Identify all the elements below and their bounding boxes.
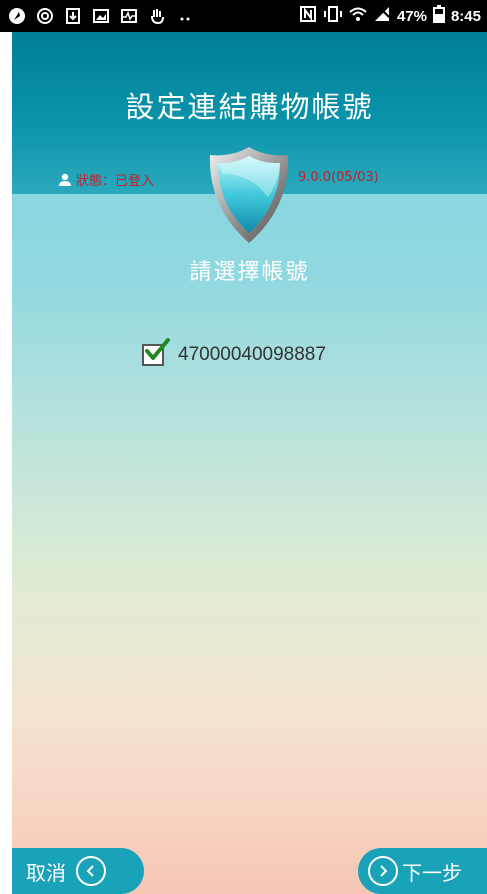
shield-icon xyxy=(209,147,289,243)
checkmark-icon xyxy=(145,338,170,360)
page-title: 設定連結購物帳號 xyxy=(125,90,374,124)
battery-percent: 47% xyxy=(396,7,427,25)
account-number: 47000040098887 xyxy=(178,344,326,365)
signal-icon xyxy=(373,5,391,27)
version-label: 9.0.0(05/03) xyxy=(298,170,379,185)
image-icon xyxy=(92,7,110,25)
cancel-label: 取消 xyxy=(26,860,66,885)
select-account-heading: 請選擇帳號 xyxy=(189,260,310,285)
dots-icon xyxy=(176,7,194,25)
hand-icon xyxy=(148,7,166,25)
account-checkbox[interactable] xyxy=(142,338,170,366)
download-icon xyxy=(64,7,82,25)
wifi-icon xyxy=(349,5,367,27)
account-option[interactable]: 47000040098887 xyxy=(142,338,326,366)
app-screen: 設定連結購物帳號 狀態：已登入 9.0.0(05/03) 請選擇帳號 47000… xyxy=(12,32,487,894)
login-status-label: 狀態：已登入 xyxy=(76,174,155,189)
chevron-left-icon xyxy=(76,856,106,886)
clock: 8:45 xyxy=(450,7,481,25)
login-status: 狀態：已登入 xyxy=(58,170,154,189)
chevron-right-icon xyxy=(368,856,398,886)
vibrate-icon xyxy=(323,5,343,27)
cancel-button[interactable]: 取消 xyxy=(12,848,144,894)
status-bar: 47% 8:45 xyxy=(0,0,487,32)
next-button[interactable]: 下一步 xyxy=(358,848,487,894)
bottom-bar: 取消 下一步 xyxy=(12,838,487,894)
pulse-icon xyxy=(120,7,138,25)
battery-icon xyxy=(432,5,445,27)
nfc-icon xyxy=(299,5,317,27)
next-label: 下一步 xyxy=(402,860,462,885)
settings-icon xyxy=(36,7,54,25)
app-icon xyxy=(8,7,26,25)
user-icon xyxy=(59,173,71,186)
